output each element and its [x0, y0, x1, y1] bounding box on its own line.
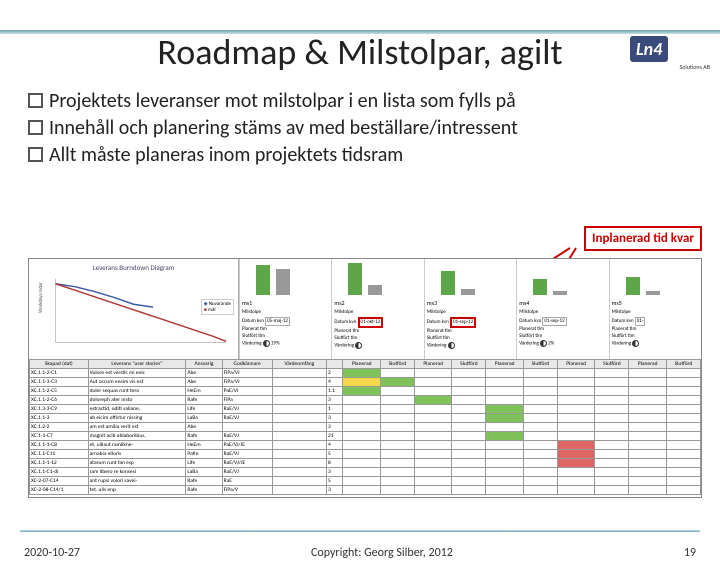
logo: Ln4 Solutions AB: [630, 36, 710, 68]
bullet-icon: [28, 93, 43, 108]
bullet-text: Innehåll och planering stäms av med best…: [49, 115, 518, 142]
table-row: XC.1.3-3-C9estractid, oditi valiane,Life…: [30, 405, 701, 414]
ms-name: ms5: [612, 299, 699, 307]
table-header: [326, 360, 342, 369]
burndown-title: Leverans Burndown Diagram: [33, 263, 234, 272]
ms-name: ms1: [242, 299, 329, 307]
top-border: [0, 30, 720, 34]
burndown-legend: ◆ Nuvarande ■ mål: [201, 299, 234, 315]
table-row: XC.1.2-2am est amilia verit estAbe3: [30, 423, 701, 432]
table-row: XC.1.1-1-C8et, uillaut ramlikne-HeEmPaE/…: [30, 441, 701, 450]
table-row: XC.1.1-2-C1Volore est verstis mi enicAbe…: [30, 369, 701, 378]
table-row: XC-2-08-C14/1tet. ulis enpRafeFiPa/V3: [30, 486, 701, 495]
table-header: Planerad: [629, 360, 667, 369]
table-header: Planerad: [557, 360, 595, 369]
ms-name: ms2: [334, 299, 421, 307]
milestone-col: ms2 MilstolpeDatum kvn 01-okt-12Planerat …: [331, 259, 423, 359]
bullet-text: Projektets leveranser mot milstolpar i e…: [49, 88, 516, 115]
table-header: Leverans "user stories": [88, 360, 186, 369]
table-header: Ansvarig: [186, 360, 222, 369]
bullet-icon: [28, 147, 43, 162]
table-header: Planerad: [343, 360, 381, 369]
table-header: Planerad: [486, 360, 524, 369]
table-row: XC.1.1-C1-diram libero re konsesiLaBaRaE…: [30, 468, 701, 477]
footer: 2020-10-27 Copyright: Georg Silber, 2012…: [0, 546, 720, 560]
table-row: XC.1.1-3-C3Aut occum ensim vis estAbeFiP…: [30, 378, 701, 387]
table-header: Slutförd: [523, 360, 557, 369]
ms-rows: MilstolpeDatum kvn 01-sep-12Planerat tim…: [427, 309, 514, 350]
table-header: Godkännare: [222, 360, 272, 369]
milestone-col: ms4 MilstolpeDatum kvn 01-sep-12Planerat …: [516, 259, 608, 359]
bullet-icon: [28, 120, 43, 135]
footer-border: [20, 530, 700, 532]
milestone-col: ms3 MilstolpeDatum kvn 01-sep-12Planerat …: [424, 259, 516, 359]
footer-page: 19: [684, 546, 696, 560]
deliverables-table: Skapad (dat)Leverans "user stories"Ansva…: [29, 359, 701, 495]
dashboard-top: Leverans Burndown Diagram Workdays/sidor…: [29, 259, 701, 359]
ms-name: ms4: [519, 299, 606, 307]
table-header: Slutförd: [380, 360, 414, 369]
table-row: XC.1.1-3ab eicim offictur nissingLaBaRaE…: [30, 414, 701, 423]
logo-text: Ln4: [630, 36, 668, 62]
table-row: XC.1.1-1-12atarum runt fan espLifeRaE/VJ…: [30, 459, 701, 468]
ms-rows: MilstolpeDatum kvn 05-maj-12Planerat tim…: [242, 309, 329, 348]
table-header: Slutförd: [452, 360, 486, 369]
dashboard: Leverans Burndown Diagram Workdays/sidor…: [28, 258, 702, 498]
table-row: XC.1.1-C11arnabia ellorisPafinRaE/VJ5: [30, 450, 701, 459]
page-title: Roadmap & Milstolpar, agilt: [0, 30, 720, 74]
table-header: Skapad (dat): [30, 360, 89, 369]
table-header: Slutförd: [595, 360, 629, 369]
svg-text:Workdays/sidor: Workdays/sidor: [38, 282, 44, 313]
ms-rows: MilstolpeDatum kvn 01-sep-12Planerat tim…: [519, 309, 606, 348]
bullet-text: Allt måste planeras inom projektets tids…: [49, 142, 403, 169]
milestone-panels: ms1 MilstolpeDatum kvn 05-maj-12Planerat …: [239, 259, 701, 359]
table-row: XC.1-1-C7magnit acib ablaboribius,RafeRa…: [30, 432, 701, 441]
milestone-col: ms5 MilstolpeDatum kvn 01-Planerat timSlu…: [609, 259, 701, 359]
milestone-col: ms1 MilstolpeDatum kvn 05-maj-12Planerat …: [239, 259, 331, 359]
annotation-callout: Inplanerad tid kvar: [584, 226, 702, 251]
footer-copyright: Copyright: Georg Silber, 2012: [311, 546, 453, 560]
logo-subtext: Solutions AB: [630, 63, 710, 71]
table-row: XC-2-07-C14ant rupsi volori savei-RafeRa…: [30, 477, 701, 486]
table-area: Skapad (dat)Leverans "user stories"Ansva…: [29, 359, 701, 495]
table-header: Slutförd: [666, 360, 700, 369]
ms-rows: MilstolpeDatum kvn 01-Planerat timSlutfö…: [612, 309, 699, 348]
burndown-chart: Leverans Burndown Diagram Workdays/sidor…: [29, 259, 239, 359]
table-header: Värdeomfång: [272, 360, 326, 369]
table-row: XC.1.1-2-C6doloreph ater nistoRafeFiPa3: [30, 396, 701, 405]
table-header: Planerad: [414, 360, 452, 369]
table-row: XC.1.1-2-C5doler sequas runt teraHeEmPaE…: [30, 387, 701, 396]
footer-date: 2020-10-27: [24, 546, 80, 560]
bullet-list: Projektets leveranser mot milstolpar i e…: [28, 88, 692, 169]
ms-rows: MilstolpeDatum kvn 01-okt-12Planerat tim…: [334, 309, 421, 350]
ms-name: ms3: [427, 299, 514, 307]
